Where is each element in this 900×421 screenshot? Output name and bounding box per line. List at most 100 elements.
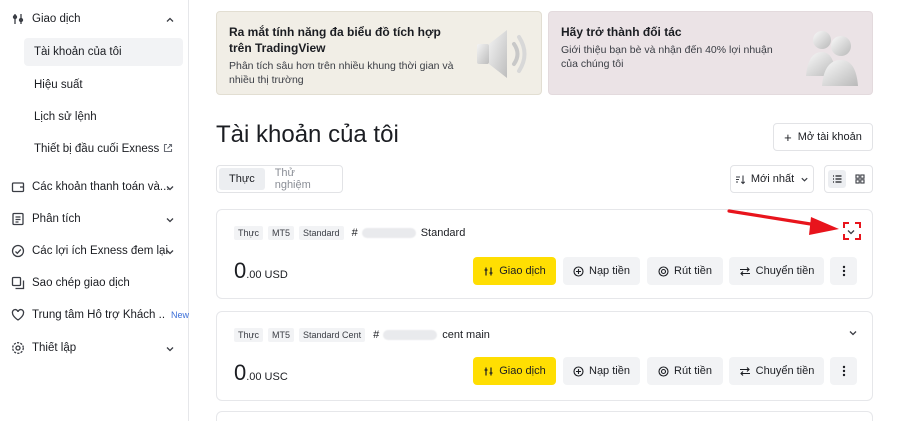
page-title: Tài khoản của tôi (216, 121, 399, 148)
sidebar-item-analytics[interactable]: Phân tích (0, 206, 189, 232)
sidebar-item-label: Các lợi ích Exness đem lại (32, 245, 169, 257)
account-tag: Thực (234, 226, 264, 240)
settings-icon (11, 341, 25, 355)
sidebar-item-label: Giao dịch (32, 13, 81, 25)
chevron-down-icon (165, 246, 175, 260)
sidebar-item-order-history[interactable]: Lịch sử lệnh (24, 103, 183, 131)
chevron-up-icon (165, 14, 175, 28)
transfer-icon (739, 266, 751, 277)
redacted-account-number (383, 330, 438, 340)
sidebar-item-label: Phân tích (32, 213, 81, 225)
partners-icon (798, 20, 864, 91)
trade-button[interactable]: Giao dịch (473, 357, 556, 385)
withdraw-button[interactable]: Rút tiền (647, 357, 723, 385)
deposit-button[interactable]: Nạp tiền (563, 357, 640, 385)
speaker-icon (467, 22, 531, 89)
more-options-button[interactable] (830, 357, 857, 385)
banner-subtitle: Phân tích sâu hơn trên nhiều khung thời … (229, 60, 454, 86)
sort-dropdown[interactable]: Mới nhất (730, 165, 814, 193)
account-card[interactable]: Thực MT5 Standard Cent # cent main 0 .00… (216, 311, 873, 401)
chevron-down-icon[interactable] (846, 226, 856, 240)
account-name: Standard (420, 227, 466, 239)
tab-real[interactable]: Thực (219, 168, 265, 190)
chevron-down-icon (165, 343, 175, 357)
banner-title: Ra mắt tính năng đa biểu đồ tích hợp trê… (229, 25, 441, 55)
heart-icon (11, 308, 25, 322)
withdraw-button[interactable]: Rút tiền (647, 257, 723, 285)
view-toggle (824, 165, 873, 193)
sidebar-item-help-center[interactable]: Trung tâm Hỗ trợ Khách ... New (0, 302, 189, 328)
withdraw-label: Rút tiền (674, 265, 712, 277)
balance-integer: 0 (234, 258, 247, 283)
account-tag: MT5 (268, 328, 295, 342)
deposit-icon (573, 365, 584, 377)
account-number-prefix: # (351, 227, 358, 239)
trade-label: Giao dịch (499, 365, 546, 377)
sidebar: Giao dịch Tài khoản của tôi Hiệu suất Lị… (0, 0, 189, 421)
banner-tradingview[interactable]: Ra mắt tính năng đa biểu đồ tích hợp trê… (216, 11, 542, 95)
transfer-icon (739, 366, 751, 377)
balance-decimal: .00 (246, 269, 262, 281)
analytics-icon (11, 212, 25, 226)
annotation-arrow (727, 207, 842, 240)
sidebar-item-my-accounts[interactable]: Tài khoản của tôi (24, 38, 183, 66)
withdraw-icon (658, 365, 669, 377)
more-options-button[interactable] (830, 257, 857, 285)
chevron-down-icon (800, 175, 809, 184)
sidebar-item-label: Tài khoản của tôi (34, 46, 122, 58)
transfer-button[interactable]: Chuyển tiền (729, 257, 824, 285)
account-card[interactable] (216, 411, 873, 421)
transfer-label: Chuyển tiền (755, 265, 815, 277)
sidebar-item-terminal[interactable]: Thiết bị đầu cuối Exness (24, 135, 183, 163)
open-account-button[interactable]: + Mở tài khoản (773, 123, 873, 151)
deposit-icon (573, 265, 584, 277)
wallet-icon (11, 180, 25, 194)
sidebar-item-settings[interactable]: Thiết lập (0, 335, 189, 361)
tab-demo[interactable]: Thử nghiệm (265, 167, 340, 191)
sidebar-item-performance[interactable]: Hiệu suất (24, 71, 183, 99)
account-tag: Standard (299, 226, 344, 240)
deposit-button[interactable]: Nạp tiền (563, 257, 640, 285)
deposit-label: Nạp tiền (589, 365, 630, 377)
trade-label: Giao dịch (499, 265, 546, 277)
benefits-icon (11, 244, 25, 258)
deposit-label: Nạp tiền (589, 265, 630, 277)
trading-icon (11, 12, 25, 26)
trade-button[interactable]: Giao dịch (473, 257, 556, 285)
plus-icon: + (784, 129, 792, 145)
balance-currency: USC (264, 371, 288, 383)
transfer-button[interactable]: Chuyển tiền (729, 357, 824, 385)
transfer-label: Chuyển tiền (755, 365, 815, 377)
sidebar-item-label: Các khoản thanh toán và... (32, 181, 170, 193)
chevron-down-icon[interactable] (848, 327, 858, 341)
more-vertical-icon (842, 365, 846, 377)
chevron-down-icon (165, 214, 175, 228)
account-type-tabs: Thực Thử nghiệm (216, 165, 343, 193)
sidebar-item-trading[interactable]: Giao dịch (0, 6, 189, 32)
more-vertical-icon (842, 265, 846, 277)
sidebar-item-label: Lịch sử lệnh (34, 111, 97, 123)
sidebar-item-label: Trung tâm Hỗ trợ Khách ... (32, 309, 165, 321)
account-number: # cent main (373, 329, 490, 341)
banner-subtitle: Giới thiệu bạn bè và nhận đến 40% lợi nh… (561, 44, 773, 70)
copy-trading-icon (11, 276, 25, 290)
chevron-down-icon (165, 182, 175, 196)
banner-partner[interactable]: Hãy trở thành đối tác Giới thiệu bạn bè … (548, 11, 873, 95)
account-number-prefix: # (373, 329, 380, 341)
balance-decimal: .00 (246, 371, 262, 383)
sidebar-item-label: Thiết bị đầu cuối Exness (34, 143, 160, 155)
external-link-icon (163, 143, 173, 156)
grid-view-icon[interactable] (851, 170, 869, 188)
new-badge: New (170, 310, 189, 320)
account-tag: MT5 (268, 226, 295, 240)
account-balance: 0 .00 USC (234, 360, 288, 386)
redacted-account-number (361, 228, 416, 238)
list-view-icon[interactable] (827, 170, 846, 188)
withdraw-label: Rút tiền (674, 365, 712, 377)
account-number: # Standard (352, 227, 466, 239)
balance-integer: 0 (234, 360, 247, 385)
sidebar-item-copy-trading[interactable]: Sao chép giao dịch (0, 270, 189, 296)
sort-label: Mới nhất (750, 173, 795, 185)
sidebar-item-benefits[interactable]: Các lợi ích Exness đem lại (0, 238, 189, 264)
sidebar-item-payments[interactable]: Các khoản thanh toán và... (0, 174, 189, 200)
